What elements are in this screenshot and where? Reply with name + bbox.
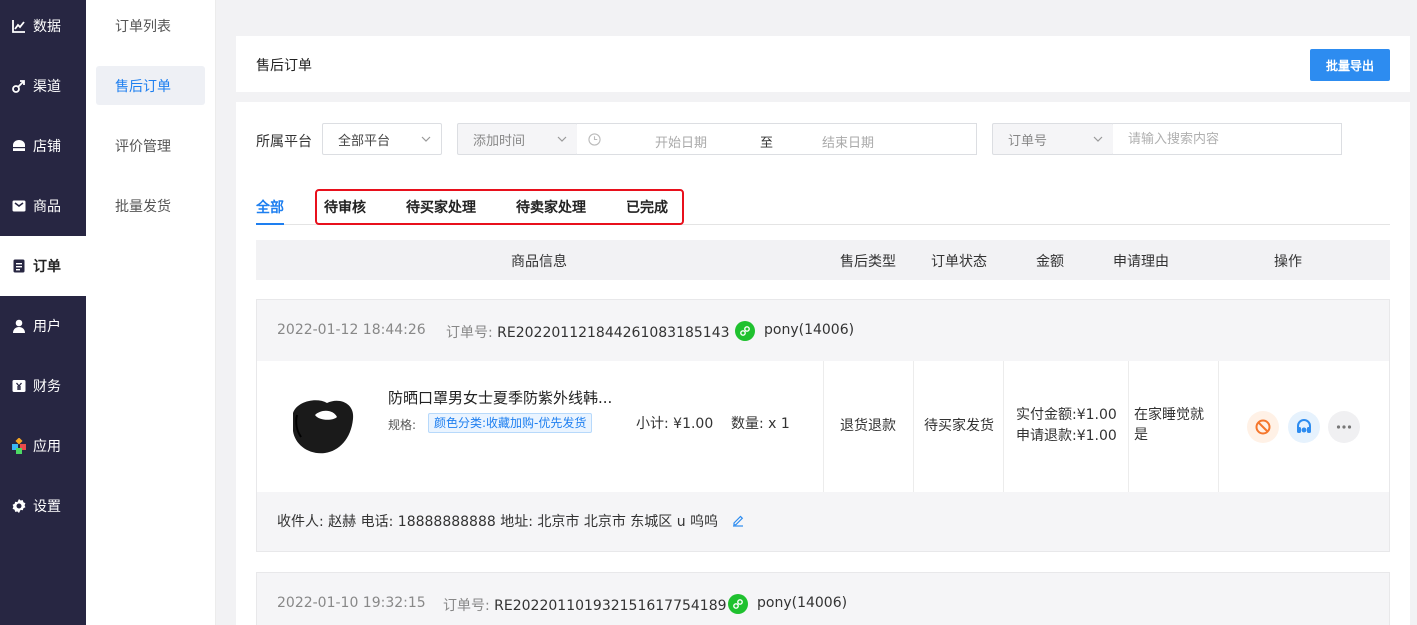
subnav-reviews[interactable]: 评价管理 [96,126,205,165]
wechat-icon [728,594,748,614]
more-button[interactable] [1328,411,1360,443]
quantity: 数量: x 1 [731,416,790,432]
start-date[interactable]: 开始日期 [655,132,707,151]
platform-label: 所属平台 [256,134,312,150]
col-reason: 申请理由 [1113,254,1169,270]
order-card: 2022-01-10 19:32:15 订单号: RE2022011019321… [256,572,1390,625]
subnav-batch-ship[interactable]: 批量发货 [96,186,205,225]
active-tab-indicator [256,223,284,225]
search-input[interactable] [1113,123,1342,155]
link-icon [11,78,27,94]
nav-item-users[interactable]: 用户 [0,296,86,356]
table-row: 防晒口罩男女士夏季防紫外线韩... 规格: 颜色分类:收藏加购-优先发货 小计:… [257,361,1389,492]
order-number: 订单号: RE2022011019321516177541​89 [443,598,727,614]
tab-all[interactable]: 全部 [256,197,284,217]
nav-item-channel[interactable]: 渠道 [0,56,86,116]
order-number: 订单号: RE2022011218442610831851​43 [446,325,730,341]
refund-amount: 申请退款:¥1.00 [1016,428,1117,444]
edit-icon[interactable] [731,513,745,527]
platform-select[interactable]: 全部平台 [322,123,442,155]
nav-item-orders[interactable]: 订单 [0,236,86,296]
reject-button[interactable] [1247,411,1279,443]
highlight-box [315,189,684,225]
chart-line-icon [11,18,27,34]
batch-export-button[interactable]: 批量导出 [1310,49,1390,81]
clock-icon [588,133,601,146]
paid-amount: 实付金额:¥1.00 [1016,407,1117,423]
headset-icon [1297,419,1311,433]
main-panel: 所属平台 全部平台 添加时间 开始日期 至 结束日期 订单号 全部 待审核 待买… [236,102,1410,625]
user-icon [11,318,27,334]
cell-divider [1218,361,1219,492]
nav-item-store[interactable]: 店铺 [0,116,86,176]
date-range-picker[interactable]: 开始日期 至 结束日期 [577,123,977,155]
date-separator: 至 [760,136,774,151]
gear-icon [11,498,27,514]
box-icon [11,198,27,214]
col-order-status: 订单状态 [931,254,987,270]
order-time: 2022-01-10 19:32:15 [277,595,426,611]
customer-service-button[interactable] [1288,411,1320,443]
yen-icon [11,378,27,394]
order-time: 2022-01-12 18:44:26 [277,322,426,338]
apps-icon [11,438,27,454]
wechat-icon [735,321,755,341]
aftersale-type: 退货退款 [840,418,896,434]
nav-item-settings[interactable]: 设置 [0,476,86,536]
spec-tag: 颜色分类:收藏加购-优先发货 [428,413,593,433]
page-title: 售后订单 [256,58,312,74]
order-card: 2022-01-12 18:44:26 订单号: RE2022011218442… [256,299,1390,552]
subnav-aftersale-orders[interactable]: 售后订单 [96,66,205,105]
nav-item-apps[interactable]: 应用 [0,416,86,476]
chevron-down-icon [421,136,431,142]
subnav-order-list[interactable]: 订单列表 [96,6,205,45]
primary-sidebar: 数据 渠道 店铺 商品 订单 用户 财务 应用 设置 [0,0,86,625]
cell-divider [1128,361,1129,492]
page-header: 售后订单 批量导出 [236,36,1410,92]
product-title[interactable]: 防晒口罩男女士夏季防紫外线韩... [388,387,638,408]
nav-item-data[interactable]: 数据 [0,0,86,56]
shipping-address: 收件人: 赵赫 电话: 18888888888 地址: 北京市 北京市 东城区 … [277,514,719,530]
time-type-select[interactable]: 添加时间 [457,123,578,155]
col-product-info: 商品信息 [511,254,567,270]
subtotal: 小计: ¥1.00 [636,416,714,432]
nav-item-goods[interactable]: 商品 [0,176,86,236]
col-aftersale-type: 售后类型 [840,254,896,270]
cell-divider [1003,361,1004,492]
product-image[interactable] [287,393,359,459]
store-icon [11,138,27,154]
order-status: 待买家发货 [924,418,994,434]
cell-divider [913,361,914,492]
col-amount: 金额 [1036,254,1064,270]
chevron-down-icon [557,136,567,142]
spec-label: 规格: [388,418,417,432]
apply-reason: 在家睡觉就是 [1134,407,1204,443]
col-actions: 操作 [1274,254,1302,270]
clipboard-icon [11,258,27,274]
buyer-name[interactable]: pony(14006) [764,322,854,338]
more-icon [1336,425,1352,429]
end-date[interactable]: 结束日期 [822,132,874,151]
chevron-down-icon [1093,136,1103,142]
secondary-sidebar: 订单列表 售后订单 评价管理 批量发货 [86,0,216,625]
nav-item-finance[interactable]: 财务 [0,356,86,416]
buyer-name[interactable]: pony(14006) [757,595,847,611]
search-type-select[interactable]: 订单号 [992,123,1114,155]
ban-icon [1255,419,1271,435]
cell-divider [823,361,824,492]
table-header: 商品信息 售后类型 订单状态 金额 申请理由 操作 [256,240,1390,280]
